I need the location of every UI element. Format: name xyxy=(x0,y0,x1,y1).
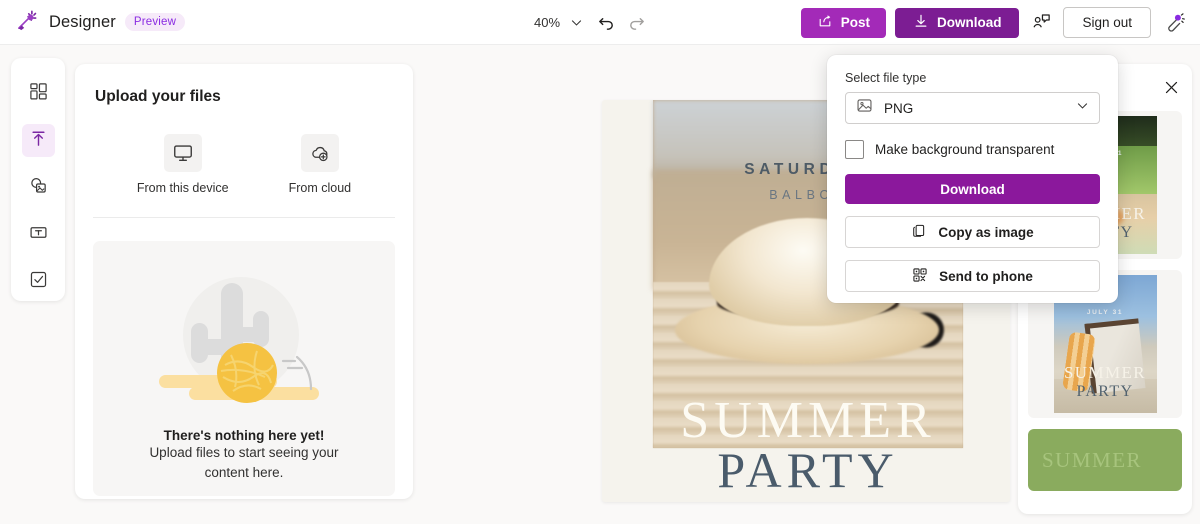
magic-wand-icon xyxy=(14,7,40,38)
redo-arrow-icon[interactable] xyxy=(622,9,650,37)
transparent-background-label: Make background transparent xyxy=(875,142,1054,157)
sidebar-item-media[interactable] xyxy=(22,171,55,204)
sign-out-button[interactable]: Sign out xyxy=(1063,7,1151,38)
empty-state: There's nothing here yet! Upload files t… xyxy=(93,241,395,496)
tool-rail xyxy=(11,58,65,301)
shapes-image-icon xyxy=(29,176,48,200)
send-to-phone-label: Send to phone xyxy=(939,269,1033,284)
preview-badge: Preview xyxy=(125,13,185,31)
share-icon xyxy=(817,13,833,32)
checkbox-square-icon xyxy=(29,270,48,294)
zoom-level[interactable]: 40% xyxy=(534,15,560,30)
copy-as-image-button[interactable]: Copy as image xyxy=(845,216,1100,248)
thumb-date-text: JULY 31 xyxy=(1054,309,1157,316)
cactus-tumbleweed-illustration xyxy=(137,265,351,422)
upload-from-cloud-label: From cloud xyxy=(289,181,352,195)
upload-from-cloud[interactable]: From cloud xyxy=(289,134,352,195)
panel-title: Upload your files xyxy=(93,88,395,106)
top-toolbar: Designer Preview 40% xyxy=(0,0,1200,45)
upload-from-device-label: From this device xyxy=(137,181,229,195)
chevron-down-icon xyxy=(1076,99,1089,117)
poster-text-summer[interactable]: SUMMER xyxy=(653,395,963,447)
empty-state-title: There's nothing here yet! xyxy=(164,428,325,443)
send-to-phone-button[interactable]: Send to phone xyxy=(845,260,1100,292)
thumb-party-text: PARTY xyxy=(1054,383,1157,401)
file-type-select[interactable]: PNG xyxy=(845,92,1100,124)
download-button[interactable]: Download xyxy=(895,8,1020,38)
top-actions: Post Download Sign xyxy=(801,0,1190,45)
thumb-summer-text: SUMMER xyxy=(1042,448,1142,473)
upload-arrow-icon xyxy=(29,129,48,153)
transparent-background-row[interactable]: Make background transparent xyxy=(845,140,1100,159)
thumb-summer-text: SUMMER xyxy=(1054,363,1157,383)
cloud-upload-icon xyxy=(301,134,339,172)
download-arrow-icon xyxy=(913,13,929,32)
upload-panel: Upload your files From this device xyxy=(75,64,413,499)
upload-sources: From this device From cloud xyxy=(93,134,395,218)
post-button[interactable]: Post xyxy=(801,8,886,38)
person-feedback-icon[interactable] xyxy=(1028,10,1054,36)
text-box-icon xyxy=(29,223,48,247)
undo-arrow-icon[interactable] xyxy=(592,9,620,37)
post-label: Post xyxy=(841,15,870,30)
sidebar-item-templates[interactable] xyxy=(22,77,55,110)
empty-state-subtitle: Upload files to start seeing your conten… xyxy=(137,443,352,483)
download-label: Download xyxy=(937,15,1002,30)
designer-wand-icon[interactable] xyxy=(1160,8,1190,38)
file-type-value: PNG xyxy=(884,101,1065,116)
zoom-controls: 40% xyxy=(534,0,650,45)
copy-icon xyxy=(911,223,927,242)
qr-code-icon xyxy=(912,267,928,286)
close-x-icon[interactable] xyxy=(1160,76,1182,98)
upload-from-device[interactable]: From this device xyxy=(137,134,229,195)
image-icon xyxy=(856,97,873,119)
transparent-background-checkbox[interactable] xyxy=(845,140,864,159)
sidebar-item-upload[interactable] xyxy=(22,124,55,157)
sidebar-item-text[interactable] xyxy=(22,218,55,251)
flyout-download-button[interactable]: Download xyxy=(845,174,1100,204)
idea-thumbnail-green[interactable]: SUMMER xyxy=(1028,429,1182,491)
brand: Designer Preview xyxy=(0,7,185,38)
designer-app: Designer Preview 40% xyxy=(0,0,1200,524)
copy-as-image-label: Copy as image xyxy=(938,225,1033,240)
monitor-icon xyxy=(164,134,202,172)
chevron-down-icon[interactable] xyxy=(562,9,590,37)
sidebar-item-brand[interactable] xyxy=(22,265,55,298)
download-flyout: Select file type PNG Make background tra… xyxy=(827,55,1118,303)
grid-layout-icon xyxy=(29,82,48,106)
select-file-type-label: Select file type xyxy=(845,71,1100,85)
poster-text-party[interactable]: PARTY xyxy=(653,445,963,495)
app-title: Designer xyxy=(49,13,116,32)
